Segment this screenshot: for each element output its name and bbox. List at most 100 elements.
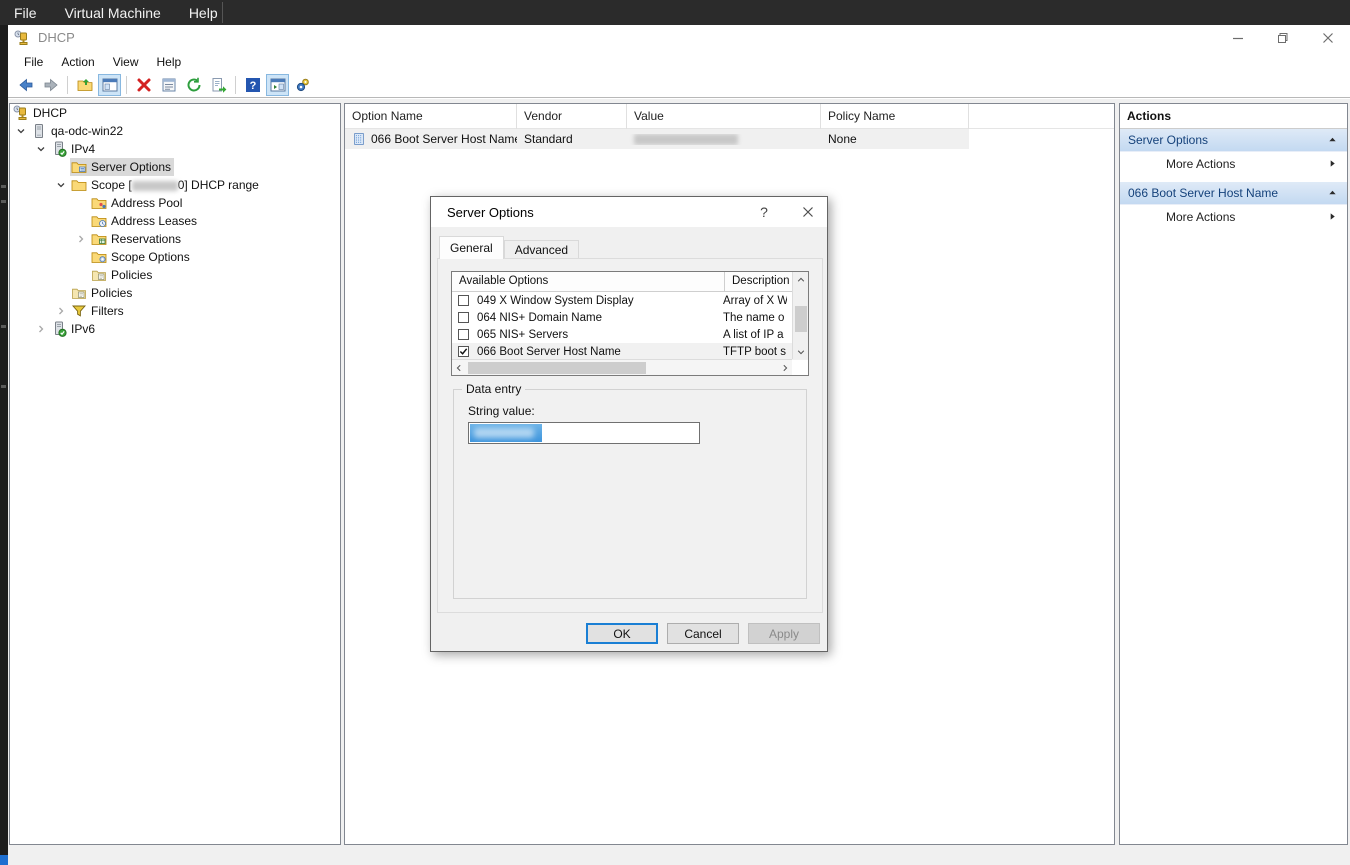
scroll-down-icon[interactable] xyxy=(793,344,809,359)
string-value-input[interactable] xyxy=(468,422,700,444)
tree-item-address-leases[interactable]: Address Leases xyxy=(10,212,340,230)
checkbox[interactable] xyxy=(458,329,469,340)
vm-menu-help[interactable]: Help xyxy=(175,0,232,25)
action-item-more-actions[interactable]: More Actions xyxy=(1120,152,1347,176)
vm-strip-mark xyxy=(1,185,6,188)
option-row-065[interactable]: 065 NIS+ ServersA list of IP a xyxy=(452,326,808,343)
scroll-right-icon[interactable] xyxy=(778,360,792,376)
redacted-value xyxy=(634,134,738,145)
option-row-064[interactable]: 064 NIS+ Domain NameThe name o xyxy=(452,309,808,326)
scroll-thumb[interactable] xyxy=(795,306,807,332)
action-item-more-actions[interactable]: More Actions xyxy=(1120,205,1347,229)
submenu-arrow-icon xyxy=(1328,210,1337,224)
policies-icon xyxy=(71,285,87,301)
properties-icon[interactable] xyxy=(157,74,180,96)
delete-icon[interactable] xyxy=(132,74,155,96)
tree-item-qa-odc-win22[interactable]: qa-odc-win22 xyxy=(10,122,340,140)
checkbox-checked[interactable] xyxy=(458,346,469,357)
restore-button[interactable] xyxy=(1260,25,1305,50)
menu-view[interactable]: View xyxy=(104,52,148,72)
ok-button[interactable]: OK xyxy=(586,623,658,644)
minimize-button[interactable] xyxy=(1215,25,1260,50)
tree-item-scope-[interactable]: Scope [0] DHCP range xyxy=(10,176,340,194)
chevron-down-icon[interactable] xyxy=(32,140,50,158)
folder-pool-icon xyxy=(91,195,107,211)
option-row-066[interactable]: 066 Boot Server Host NameTFTP boot s xyxy=(452,343,808,360)
server-check-icon xyxy=(51,321,67,337)
collapse-arrow-icon[interactable] xyxy=(1328,186,1337,200)
chevron-right-icon[interactable] xyxy=(32,320,50,338)
cell-vendor: Standard xyxy=(517,132,627,146)
cancel-button[interactable]: Cancel xyxy=(667,623,739,644)
chevron-down-icon[interactable] xyxy=(52,176,70,194)
tree-item-ipv6[interactable]: IPv6 xyxy=(10,320,340,338)
checkbox[interactable] xyxy=(458,295,469,306)
list-row-option[interactable]: 066 Boot Server Host NameStandardNone xyxy=(345,129,969,149)
tab-advanced[interactable]: Advanced xyxy=(504,240,579,259)
console-window-icon[interactable] xyxy=(98,74,121,96)
status-bar xyxy=(8,845,1350,865)
listbox-column-available-options[interactable]: Available Options xyxy=(452,272,725,292)
vm-menu-virtual-machine[interactable]: Virtual Machine xyxy=(51,0,175,25)
vm-menubar: FileVirtual MachineHelp xyxy=(0,0,1350,25)
console-pane-icon[interactable] xyxy=(266,74,289,96)
vm-sidebar-strip xyxy=(0,25,8,865)
horizontal-scrollbar[interactable] xyxy=(452,359,792,375)
back-icon[interactable] xyxy=(14,74,37,96)
close-button[interactable] xyxy=(1305,25,1350,50)
dhcp-root-icon xyxy=(13,105,29,121)
tree-item-filters[interactable]: Filters xyxy=(10,302,340,320)
actions-group-header-066-boot-server-host-name[interactable]: 066 Boot Server Host Name xyxy=(1120,182,1347,205)
chevron-right-icon[interactable] xyxy=(52,302,70,320)
tree-item-server-options[interactable]: Server Options xyxy=(10,158,340,176)
tree-expander-empty xyxy=(72,212,90,230)
tab-general[interactable]: General xyxy=(439,236,504,259)
help-icon[interactable]: ? xyxy=(241,74,264,96)
menu-action[interactable]: Action xyxy=(52,52,103,72)
option-row-049[interactable]: 049 X Window System DisplayArray of X W xyxy=(452,292,808,309)
available-options-listbox: Available OptionsDescription 049 X Windo… xyxy=(451,271,809,376)
chevron-down-icon[interactable] xyxy=(12,122,30,140)
chevron-right-icon[interactable] xyxy=(72,230,90,248)
tree-node-core: Reservations xyxy=(90,230,184,248)
tree-indent xyxy=(12,329,32,330)
tree-expander-empty xyxy=(72,266,90,284)
listbox-column-description[interactable]: Description xyxy=(725,272,794,292)
scroll-left-icon[interactable] xyxy=(452,360,466,376)
svg-text:?: ? xyxy=(249,80,256,92)
list-header-row: Option NameVendorValuePolicy Name xyxy=(345,104,1114,129)
tree-indent xyxy=(12,257,72,258)
menu-help[interactable]: Help xyxy=(148,52,191,72)
dialog-close-button[interactable] xyxy=(789,197,827,227)
checkbox[interactable] xyxy=(458,312,469,323)
tree-item-reservations[interactable]: Reservations xyxy=(10,230,340,248)
forward-icon[interactable] xyxy=(39,74,62,96)
collapse-arrow-icon[interactable] xyxy=(1328,133,1337,147)
tree-item-address-pool[interactable]: Address Pool xyxy=(10,194,340,212)
tree-item-policies[interactable]: Policies xyxy=(10,266,340,284)
actions-group-header-server-options[interactable]: Server Options xyxy=(1120,129,1347,152)
dialog-help-button[interactable]: ? xyxy=(747,197,781,227)
gears-icon[interactable] xyxy=(291,74,314,96)
tree-indent xyxy=(12,203,72,204)
column-header-policy-name[interactable]: Policy Name xyxy=(821,104,969,129)
tree-item-dhcp[interactable]: DHCP xyxy=(10,104,340,122)
menu-file[interactable]: File xyxy=(15,52,52,72)
tree-node-core: Address Leases xyxy=(90,212,200,230)
option-description: Array of X W xyxy=(723,295,787,307)
tree-item-ipv4[interactable]: IPv4 xyxy=(10,140,340,158)
scroll-up-icon[interactable] xyxy=(793,272,809,287)
column-header-value[interactable]: Value xyxy=(627,104,821,129)
tree-item-scope-options[interactable]: Scope Options xyxy=(10,248,340,266)
export-list-icon[interactable] xyxy=(207,74,230,96)
refresh-icon[interactable] xyxy=(182,74,205,96)
vm-menu-file[interactable]: File xyxy=(0,0,51,25)
column-header-option-name[interactable]: Option Name xyxy=(345,104,517,129)
vertical-scrollbar[interactable] xyxy=(792,272,808,359)
scroll-thumb[interactable] xyxy=(468,362,646,374)
tree-item-policies[interactable]: Policies xyxy=(10,284,340,302)
toolbar: ? xyxy=(8,73,1350,98)
export-folder-icon[interactable] xyxy=(73,74,96,96)
title-bar[interactable]: DHCP xyxy=(8,25,1350,50)
column-header-vendor[interactable]: Vendor xyxy=(517,104,627,129)
